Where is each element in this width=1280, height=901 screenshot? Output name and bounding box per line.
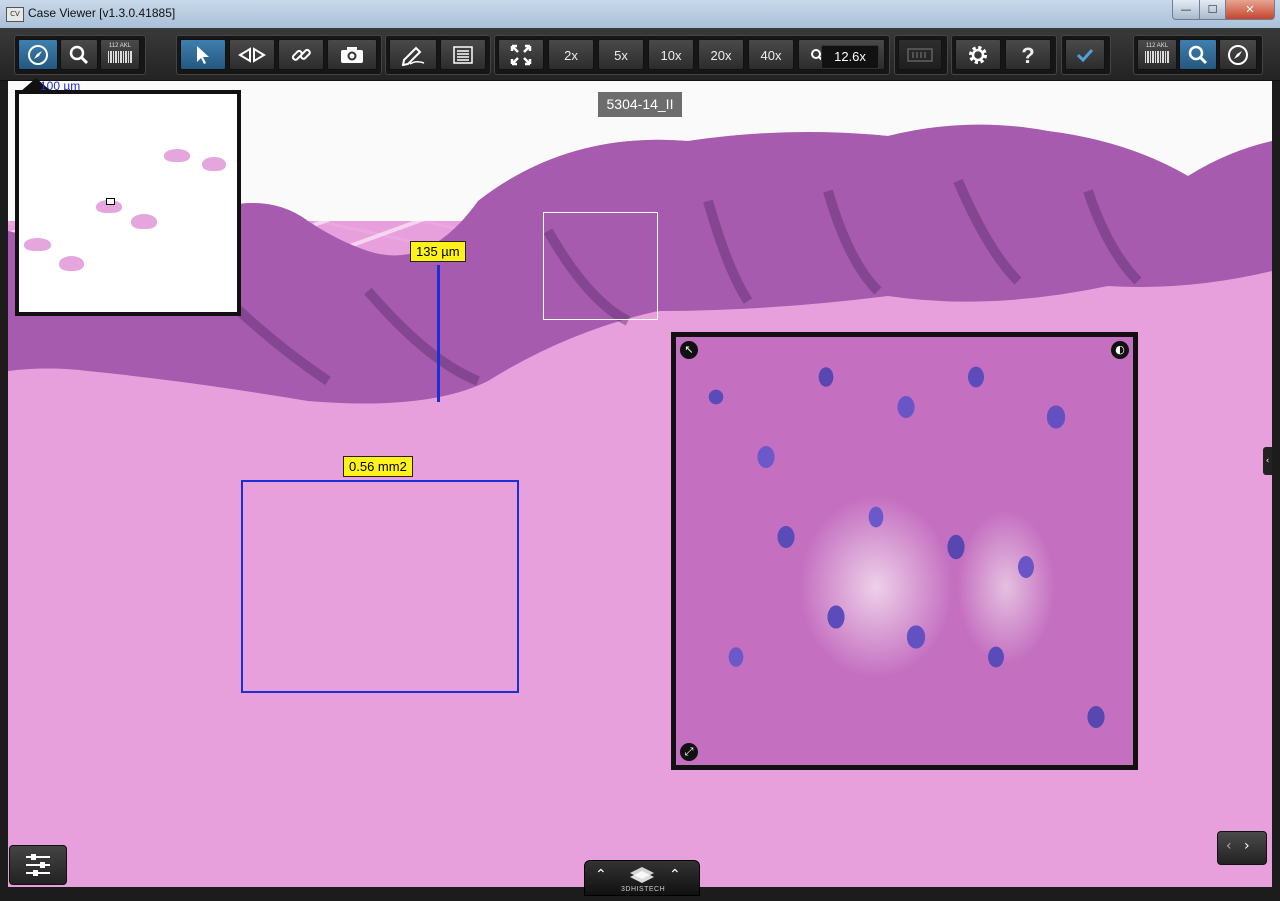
- window-title: Case Viewer [v1.3.0.41885]: [28, 6, 176, 20]
- minimap-tissue: [202, 157, 226, 171]
- chevron-up-icon: ⌃: [669, 867, 681, 883]
- fit-to-screen-button[interactable]: [498, 39, 544, 70]
- toolbar-group-right: 112 AKL: [1133, 35, 1263, 75]
- toolbar-group-extra: [894, 35, 948, 75]
- navigator-button[interactable]: [18, 39, 58, 70]
- rotate-arrows-icon: [238, 46, 266, 63]
- main-toolbar: 112 AKL 2x 5x 10x 20x 40x 12.6x ? 112 AK…: [0, 28, 1280, 81]
- length-measurement-line[interactable]: [437, 265, 440, 402]
- search-icon: [1188, 45, 1208, 64]
- cursor-arrow-icon: [197, 45, 209, 64]
- link-icon: [291, 48, 311, 61]
- navigator-toggle-button[interactable]: [1219, 39, 1257, 70]
- toolbar-group-confirm: [1061, 35, 1111, 75]
- minimize-button[interactable]: —: [1172, 0, 1200, 20]
- chevron-left-icon[interactable]: ‹: [1226, 838, 1232, 854]
- slide-label-button[interactable]: 112 AKL: [100, 39, 140, 70]
- toolbar-group-tools: [176, 35, 382, 75]
- chevron-up-icon: ⌃: [595, 867, 607, 883]
- zoom-10x-button[interactable]: 10x: [648, 39, 694, 70]
- navigator-minimap[interactable]: [15, 90, 241, 316]
- zoom-2x-button[interactable]: 2x: [548, 39, 594, 70]
- compass-icon: [1228, 44, 1248, 65]
- adjustments-button[interactable]: [9, 845, 67, 885]
- zoom-20x-button[interactable]: 20x: [698, 39, 744, 70]
- zoom-level-field[interactable]: 12.6x: [821, 45, 879, 69]
- zoom-40x-button[interactable]: 40x: [748, 39, 794, 70]
- length-measurement-label[interactable]: 135 µm: [410, 241, 466, 262]
- barcode-label-right: 112 AKL: [1145, 43, 1169, 49]
- app-icon: CV: [6, 7, 24, 22]
- rotate-tool-button[interactable]: [229, 39, 275, 70]
- magnifier-collapse-icon[interactable]: ↖: [680, 341, 698, 359]
- barcode-icon: [1145, 51, 1169, 63]
- zoom-5x-button[interactable]: 5x: [598, 39, 644, 70]
- minimap-tissue: [164, 149, 190, 162]
- 3dhistech-logo-icon: [630, 867, 654, 883]
- toolbar-group-annotation: [385, 35, 491, 75]
- annotation-list-button[interactable]: [440, 39, 486, 70]
- slides-icon: [907, 47, 933, 62]
- magnifier-window[interactable]: ↖ ◐ ⤢: [671, 332, 1138, 770]
- minimap-tissue: [24, 238, 51, 251]
- toolbar-group-navigation: 112 AKL: [14, 35, 146, 75]
- barcode-icon: [108, 51, 132, 63]
- search-icon: [69, 45, 89, 64]
- magnifier-region-rect[interactable]: [543, 212, 658, 320]
- slide-name-label: 5304-14_II: [598, 92, 682, 117]
- side-panel-handle[interactable]: ‹: [1263, 447, 1272, 475]
- camera-icon: [341, 46, 363, 63]
- settings-button[interactable]: [955, 39, 1001, 70]
- gear-icon: [969, 45, 987, 64]
- area-measurement-label[interactable]: 0.56 mm2: [343, 456, 413, 477]
- help-button[interactable]: ?: [1005, 39, 1051, 70]
- checkmark-icon: [1076, 48, 1094, 62]
- pencil-icon: [401, 46, 425, 66]
- minimap-viewport-marker[interactable]: [106, 198, 115, 205]
- snapshot-button[interactable]: [327, 39, 377, 70]
- slide-navigation-buttons[interactable]: ‹ ›: [1217, 831, 1267, 865]
- list-icon: [453, 45, 473, 64]
- link-tool-button[interactable]: [278, 39, 324, 70]
- barcode-label: 112 AKL: [108, 43, 132, 49]
- confirm-button[interactable]: [1065, 39, 1105, 70]
- slide-tray-toggle[interactable]: ⌃ 3DHISTECH ⌃: [584, 860, 700, 896]
- multi-slide-button[interactable]: [898, 39, 942, 70]
- area-measurement-rect[interactable]: [241, 480, 519, 693]
- brand-text: 3DHISTECH: [621, 886, 666, 893]
- magnifier-button[interactable]: [60, 39, 98, 70]
- minimap-tissue: [131, 214, 157, 229]
- slide-label-right-button[interactable]: 112 AKL: [1137, 39, 1177, 70]
- magnifier-toggle-icon[interactable]: ◐: [1111, 341, 1129, 359]
- annotation-draw-button[interactable]: [389, 39, 437, 70]
- chevron-right-icon[interactable]: ›: [1244, 838, 1250, 854]
- maximize-button[interactable]: ☐: [1199, 0, 1226, 20]
- pointer-tool-button[interactable]: [180, 39, 226, 70]
- magnifier-resize-icon[interactable]: ⤢: [680, 743, 698, 761]
- zoom-level-control[interactable]: 12.6x: [798, 39, 885, 70]
- compass-icon: [28, 44, 48, 65]
- toolbar-group-settings: ?: [951, 35, 1057, 75]
- close-button[interactable]: ✕: [1225, 0, 1275, 20]
- toolbar-group-zoom: 2x 5x 10x 20x 40x 12.6x: [494, 35, 890, 75]
- window-titlebar[interactable]: CV Case Viewer [v1.3.0.41885] — ☐ ✕: [0, 0, 1280, 28]
- magnifier-toggle-button[interactable]: [1179, 39, 1217, 70]
- expand-arrows-icon: [510, 44, 532, 65]
- sliders-icon: [26, 854, 50, 876]
- minimap-tissue: [59, 256, 84, 271]
